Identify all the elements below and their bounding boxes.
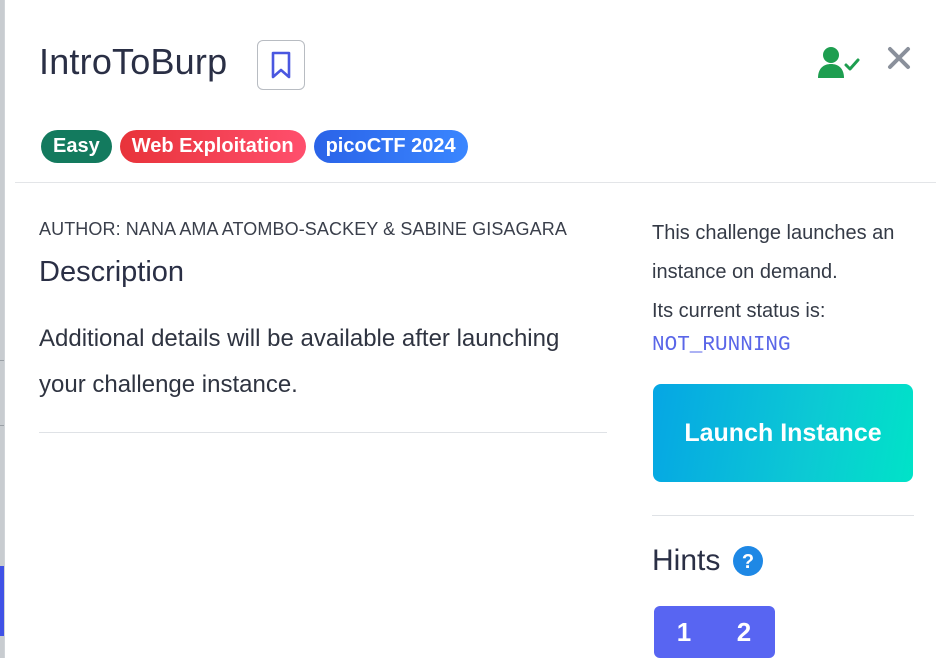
bookmark-button[interactable] bbox=[257, 40, 305, 90]
category-badge: Web Exploitation bbox=[119, 130, 306, 163]
instance-info: This challenge launches an instance on d… bbox=[652, 214, 922, 331]
event-badge: picoCTF 2024 bbox=[313, 130, 468, 163]
description-divider bbox=[39, 432, 607, 433]
svg-text:?: ? bbox=[742, 551, 754, 573]
user-check-icon bbox=[818, 47, 860, 78]
close-icon[interactable] bbox=[885, 44, 913, 72]
instance-status-label: Its current status is: bbox=[652, 300, 826, 322]
hint-button-2[interactable]: 2 bbox=[714, 606, 774, 658]
challenge-title: IntroToBurp bbox=[39, 41, 228, 82]
launch-instance-button[interactable]: Launch Instance bbox=[653, 384, 913, 482]
question-circle-icon[interactable]: ? bbox=[733, 546, 763, 576]
tag-list: Easy Web Exploitation picoCTF 2024 bbox=[41, 130, 468, 163]
author-line: AUTHOR: NANA AMA ATOMBO-SACKEY & SABINE … bbox=[39, 219, 567, 239]
sidebar-divider bbox=[652, 515, 914, 516]
instance-intro: This challenge launches an instance on d… bbox=[652, 222, 895, 283]
description-text: Additional details will be available aft… bbox=[39, 325, 560, 398]
challenge-modal: IntroToBurp Easy Web Exploitation picoCT… bbox=[4, 0, 945, 658]
hints-heading: Hints bbox=[652, 544, 721, 577]
instance-status: NOT_RUNNING bbox=[652, 334, 791, 357]
hint-button-1[interactable]: 1 bbox=[654, 606, 714, 658]
hint-button-group: 1 2 bbox=[654, 606, 775, 658]
header-divider bbox=[15, 182, 936, 183]
bookmark-icon bbox=[271, 51, 291, 79]
difficulty-badge: Easy bbox=[41, 130, 112, 163]
description-heading: Description bbox=[39, 256, 185, 288]
